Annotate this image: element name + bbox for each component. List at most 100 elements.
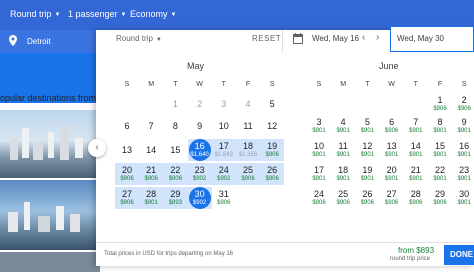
calendar-day[interactable]: 23 $901 (452, 165, 474, 183)
departure-date-field[interactable]: Wed, May 16 (312, 34, 359, 43)
calendar-day[interactable]: 14 (139, 145, 163, 156)
calendar-day[interactable]: 29 $906 (428, 189, 452, 207)
calendar-day[interactable]: 12 $901 (355, 141, 379, 159)
origin-field[interactable]: Detroit (0, 30, 96, 53)
calendar-day[interactable]: 24 $906 (307, 189, 331, 207)
calendar-day[interactable]: 7 $901 (404, 117, 428, 135)
calendar-day[interactable]: 24 $902 (212, 165, 236, 183)
calendar-day[interactable]: 29 $893 (163, 189, 187, 207)
calendar-day[interactable]: 11 $901 (331, 141, 355, 159)
calendar-day[interactable]: 30 $902 (188, 189, 212, 207)
panel-trip-type-dropdown[interactable]: Round trip ▼ (116, 34, 162, 43)
weekday-label: M (340, 81, 347, 88)
day-number: 27 (121, 189, 132, 199)
calendar-day[interactable]: 26 $906 (260, 165, 284, 183)
day-price: $901 (457, 176, 471, 182)
calendar-day[interactable]: 10 (212, 121, 236, 132)
caret-down-icon: ▼ (54, 12, 61, 18)
day-price: $901 (433, 152, 447, 158)
calendar-day[interactable]: 12 (260, 121, 284, 132)
divider (282, 30, 283, 53)
return-date-field[interactable]: Wed, May 30 (390, 26, 474, 52)
destination-image[interactable] (0, 252, 100, 272)
calendar-day[interactable]: 23 $902 (188, 165, 212, 183)
calendar-day[interactable]: 4 $901 (331, 117, 355, 135)
calendar-day[interactable]: 6 (115, 121, 139, 132)
reset-button[interactable]: RESET (252, 34, 281, 43)
done-button[interactable]: DONE (444, 245, 474, 265)
passengers-dropdown[interactable]: 1 passenger ▼ (68, 9, 127, 19)
calendar-day[interactable]: 20 $906 (115, 165, 139, 183)
calendar-day[interactable]: 5 $901 (355, 117, 379, 135)
calendar-day[interactable]: 30 $901 (452, 189, 474, 207)
calendar-day[interactable]: 14 $901 (404, 141, 428, 159)
calendar-day[interactable]: 26 $906 (355, 189, 379, 207)
calendar-day[interactable]: 16 $901 (452, 141, 474, 159)
building-shape (48, 132, 54, 158)
day-number: 2 (197, 99, 203, 109)
calendar-day[interactable]: 15 (163, 145, 187, 156)
day-number: 23 (194, 165, 205, 175)
calendar-day: 2 (188, 99, 212, 110)
calendar-day[interactable]: 5 (260, 99, 284, 110)
calendar-day[interactable]: 15 $901 (428, 141, 452, 159)
popular-destinations-heading: opular destinations from De (0, 93, 100, 103)
day-price: $901 (336, 176, 350, 182)
calendar-day[interactable]: 25 $906 (236, 165, 260, 183)
weekday-label: S (124, 81, 130, 88)
calendar-day[interactable]: 18 $901 (331, 165, 355, 183)
calendar-day[interactable]: 19 $906 (260, 141, 284, 159)
previous-date-button[interactable]: ‹ (362, 32, 365, 43)
calendar-day[interactable]: 8 $901 (428, 117, 452, 135)
calendar-day[interactable]: 7 (139, 121, 163, 132)
day-price: $901 (384, 176, 399, 182)
day-number: 15 (434, 141, 445, 151)
calendar-day[interactable]: 28 $906 (404, 189, 428, 207)
calendar-day[interactable]: 27 $906 (115, 189, 139, 207)
calendar-day[interactable]: 6 $906 (380, 117, 404, 135)
previous-month-button[interactable]: ‹ (88, 139, 106, 157)
destination-image[interactable] (0, 110, 100, 178)
calendar-day[interactable]: 22 $901 (428, 165, 452, 183)
calendar-day[interactable]: 31 $906 (212, 189, 236, 207)
day-number: 16 (194, 141, 205, 151)
calendar-day[interactable]: 9 (188, 121, 212, 132)
calendar-day[interactable]: 3 $901 (307, 117, 331, 135)
date-picker-panel: Round trip ▼ RESET Wed, May 16 ‹ › Wed, M… (96, 26, 474, 266)
calendar-day[interactable]: 17 $901 (307, 165, 331, 183)
calendar-day[interactable]: 22 $906 (163, 165, 187, 183)
day-number: 8 (172, 121, 178, 131)
calendar-day[interactable]: 21 $901 (404, 165, 428, 183)
calendar-day[interactable]: 13 $901 (380, 141, 404, 159)
cabin-class-dropdown[interactable]: Economy ▼ (130, 9, 176, 19)
calendar-day[interactable]: 25 $906 (331, 189, 355, 207)
calendar-day[interactable]: 11 (236, 121, 260, 132)
day-number: 22 (434, 165, 445, 175)
day-number: 10 (218, 121, 229, 131)
day-price: $1,356 (238, 152, 258, 158)
calendar-day[interactable]: 20 $901 (380, 165, 404, 183)
calendar-day[interactable]: 10 $901 (307, 141, 331, 159)
calendar-day[interactable]: 8 (163, 121, 187, 132)
destination-image[interactable] (0, 180, 100, 250)
calendar-day[interactable]: 27 $906 (380, 189, 404, 207)
location-pin-icon (9, 35, 17, 46)
calendar-day[interactable]: 17 $1,643 (212, 141, 236, 159)
calendar-day[interactable]: 19 $901 (355, 165, 379, 183)
calendar-day[interactable]: 18 $1,356 (236, 141, 260, 159)
day-price: $902 (192, 176, 207, 182)
calendar-day[interactable]: 1 $906 (428, 95, 452, 113)
day-number: 4 (340, 117, 346, 127)
calendar-day[interactable]: 28 $901 (139, 189, 163, 207)
calendar-day[interactable]: 13 (115, 145, 139, 156)
day-number: 7 (413, 117, 419, 127)
calendar-day[interactable]: 16 $1,640 (188, 141, 212, 159)
trip-type-dropdown[interactable]: Round trip ▼ (10, 9, 60, 19)
calendar-day[interactable]: 2 $906 (452, 95, 474, 113)
origin-value: Detroit (27, 37, 51, 46)
next-date-button[interactable]: › (376, 32, 379, 43)
calendar-day[interactable]: 21 $906 (139, 165, 163, 183)
day-price: $906 (384, 200, 399, 206)
day-number: 20 (386, 165, 397, 175)
calendar-day[interactable]: 9 $901 (452, 117, 474, 135)
